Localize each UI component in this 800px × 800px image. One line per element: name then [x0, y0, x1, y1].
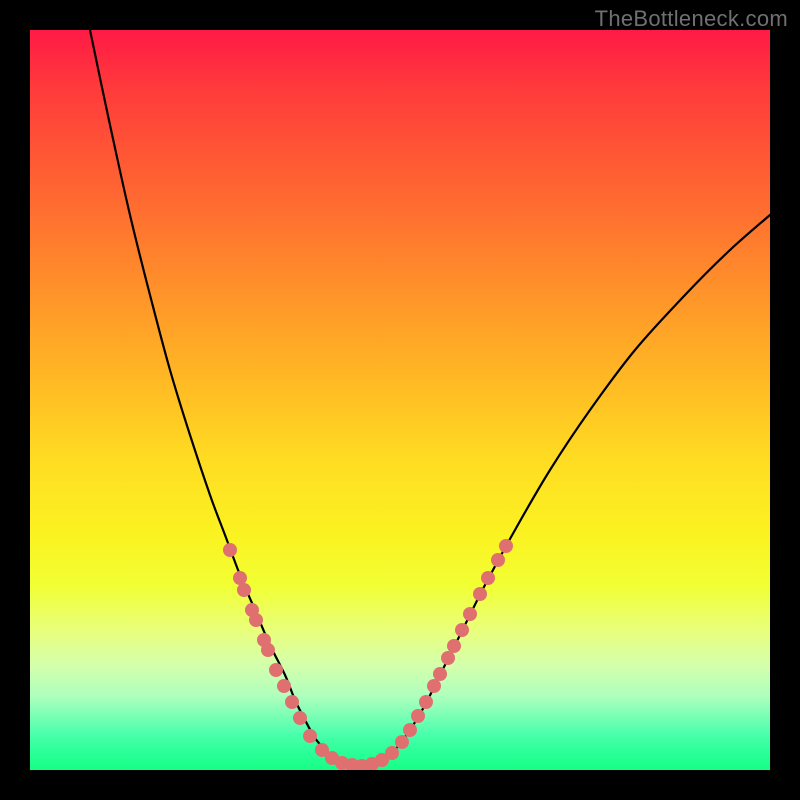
marker-dot	[427, 679, 441, 693]
marker-dot	[491, 553, 505, 567]
bottleneck-curve	[90, 30, 770, 766]
marker-dot	[481, 571, 495, 585]
marker-dot	[261, 643, 275, 657]
marker-dot	[463, 607, 477, 621]
plot-area	[30, 30, 770, 770]
marker-dot	[455, 623, 469, 637]
marker-dot	[285, 695, 299, 709]
marker-dot	[499, 539, 513, 553]
watermark-text: TheBottleneck.com	[595, 6, 788, 32]
marker-dot	[277, 679, 291, 693]
marker-dot	[403, 723, 417, 737]
marker-dot	[433, 667, 447, 681]
marker-dot	[419, 695, 433, 709]
curve-group	[90, 30, 770, 766]
marker-dot	[473, 587, 487, 601]
marker-dot	[249, 613, 263, 627]
marker-dot	[303, 729, 317, 743]
marker-dot	[385, 746, 399, 760]
marker-group	[223, 539, 513, 770]
marker-dot	[269, 663, 283, 677]
chart-svg	[30, 30, 770, 770]
marker-dot	[411, 709, 425, 723]
marker-dot	[237, 583, 251, 597]
chart-stage: TheBottleneck.com	[0, 0, 800, 800]
marker-dot	[223, 543, 237, 557]
marker-dot	[233, 571, 247, 585]
marker-dot	[441, 651, 455, 665]
marker-dot	[293, 711, 307, 725]
marker-dot	[447, 639, 461, 653]
marker-dot	[395, 735, 409, 749]
